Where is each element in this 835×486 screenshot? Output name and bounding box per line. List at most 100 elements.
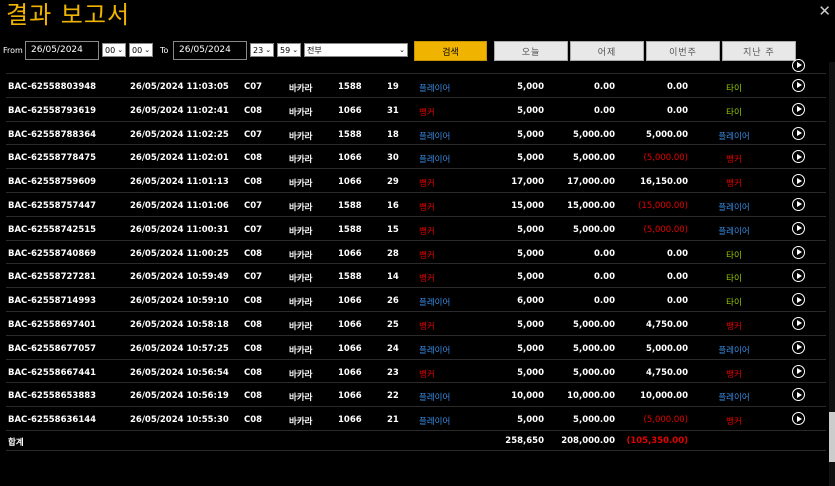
search-button[interactable]: 검색 [414, 41, 487, 61]
row-table: C07 [244, 129, 263, 140]
row-time: 26/05/2024 11:00:31 [130, 224, 229, 235]
play-icon[interactable] [792, 59, 805, 72]
page-title: 결과 보고서 [6, 1, 131, 29]
play-icon[interactable] [792, 364, 805, 378]
play-icon[interactable] [792, 197, 805, 211]
play-icon[interactable] [792, 293, 805, 307]
close-icon[interactable]: ✕ [818, 2, 831, 20]
play-icon[interactable] [792, 79, 805, 92]
from-minute-value: 00 [132, 45, 143, 55]
play-icon[interactable] [792, 126, 805, 140]
row-result: 타이 [726, 274, 742, 285]
row-amount: 6,000 [517, 296, 544, 307]
row-result: 타이 [726, 84, 742, 94]
row-game: 바카라 [289, 417, 313, 428]
row-win: (15,000.00) [638, 200, 688, 211]
to-label: To [160, 46, 169, 55]
row-id: BAC-62558757447 [8, 200, 97, 211]
to-date-input[interactable]: 26/05/2024 [173, 41, 247, 60]
row-table: C07 [244, 224, 263, 235]
row-game: 바카라 [289, 369, 313, 380]
play-icon[interactable] [792, 221, 805, 235]
table-row: BAC-62558714993 26/05/2024 10:59:10 C08 바카라… [6, 288, 826, 312]
scrollbar-thumb[interactable] [829, 412, 835, 462]
from-hour-select[interactable]: 00 ⌄ [102, 43, 126, 57]
row-time: 26/05/2024 10:58:18 [130, 319, 229, 330]
row-table: C08 [244, 391, 263, 402]
row-id: BAC-62558742515 [8, 224, 97, 235]
row-game: 바카라 [289, 393, 313, 404]
table-row: BAC-62558727281 26/05/2024 10:59:49 C07 바카라… [6, 264, 826, 289]
row-amount: 5,000 [517, 343, 544, 354]
row-valid: 17,000.00 [567, 177, 615, 188]
play-icon[interactable] [792, 316, 805, 330]
row-valid: 5,000.00 [573, 129, 615, 140]
row-game: 바카라 [289, 250, 313, 261]
table-row: BAC-62558677057 26/05/2024 10:57:25 C08 바카라… [6, 336, 826, 360]
row-win: 16,150.00 [640, 177, 688, 188]
row-amount: 5,000 [517, 272, 544, 283]
row-result: 뱅커 [726, 369, 742, 380]
row-win: 0.00 [667, 82, 688, 92]
row-result: 플레이어 [718, 131, 750, 142]
table-row: BAC-62558778475 26/05/2024 11:02:01 C08 바카라… [6, 145, 826, 170]
row-time: 26/05/2024 11:03:05 [130, 82, 229, 92]
row-bet: 플레이어 [419, 345, 451, 356]
row-valid: 0.00 [594, 82, 615, 92]
row-time: 26/05/2024 11:02:01 [130, 153, 229, 164]
row-bet: 뱅커 [419, 202, 435, 213]
row-bet: 뱅커 [419, 250, 435, 261]
play-icon[interactable] [792, 340, 805, 354]
today-button[interactable]: 오늘 [494, 41, 568, 61]
table-row: BAC-62558697401 26/05/2024 10:58:18 C08 바카라… [6, 312, 826, 336]
total-row: 합계 258,650 208,000.00 (105,350.00) [6, 431, 826, 451]
this-week-button[interactable]: 이번주 [646, 41, 720, 61]
row-time: 26/05/2024 11:02:25 [130, 129, 229, 140]
row-amount: 5,000 [517, 367, 544, 378]
row-id: BAC-62558788364 [8, 129, 97, 140]
table-row: BAC-62558757447 26/05/2024 11:01:06 C07 바카라… [6, 193, 826, 217]
row-round: 1066 [338, 177, 362, 188]
row-valid: 0.00 [594, 272, 615, 283]
yesterday-button[interactable]: 어제 [570, 41, 644, 61]
row-game: 바카라 [289, 226, 313, 237]
row-id: BAC-62558793619 [8, 105, 97, 116]
table-row: BAC-62558667441 26/05/2024 10:56:54 C08 바카라… [6, 360, 826, 384]
chevron-down-icon: ⌄ [265, 46, 272, 54]
row-win: 0.00 [667, 272, 688, 283]
play-icon[interactable] [792, 174, 805, 188]
row-time: 26/05/2024 10:56:54 [130, 367, 229, 378]
from-date-input[interactable]: 26/05/2024 [25, 41, 99, 60]
table-row: BAC-62558793619 26/05/2024 11:02:41 C08 바카라… [6, 98, 826, 122]
row-round: 1588 [338, 200, 362, 211]
row-win: 0.00 [667, 296, 688, 307]
row-valid: 10,000.00 [567, 391, 615, 402]
chevron-down-icon: ⌄ [292, 46, 299, 54]
row-amount: 5,000 [517, 415, 544, 426]
row-hand: 29 [387, 177, 399, 188]
play-icon[interactable] [792, 150, 805, 164]
row-id: BAC-62558778475 [8, 153, 97, 164]
to-minute-value: 59 [280, 45, 291, 55]
play-icon[interactable] [792, 269, 805, 283]
to-hour-value: 23 [253, 45, 264, 55]
row-round: 1066 [338, 296, 362, 307]
row-valid: 0.00 [594, 296, 615, 307]
row-win: (5,000.00) [643, 224, 688, 235]
to-minute-select[interactable]: 59 ⌄ [277, 43, 301, 57]
play-icon[interactable] [792, 102, 805, 116]
row-win: 0.00 [667, 105, 688, 116]
row-hand: 16 [387, 200, 399, 211]
from-minute-select[interactable]: 00 ⌄ [129, 43, 153, 57]
last-week-button[interactable]: 지난 주 [722, 41, 796, 61]
table-row: BAC-62558653883 26/05/2024 10:56:19 C08 바카라… [6, 383, 826, 408]
row-hand: 21 [387, 415, 399, 426]
row-time: 26/05/2024 10:55:30 [130, 415, 229, 426]
total-label: 합계 [8, 437, 24, 448]
play-icon[interactable] [792, 412, 805, 426]
to-hour-select[interactable]: 23 ⌄ [250, 43, 274, 57]
filter-bar: From 26/05/2024 00 ⌄ 00 ⌄ To 26/05/2024 23… [0, 40, 835, 62]
bet-type-select[interactable]: 전부 ⌄ [304, 43, 408, 57]
play-icon[interactable] [792, 388, 805, 402]
play-icon[interactable] [792, 245, 805, 259]
